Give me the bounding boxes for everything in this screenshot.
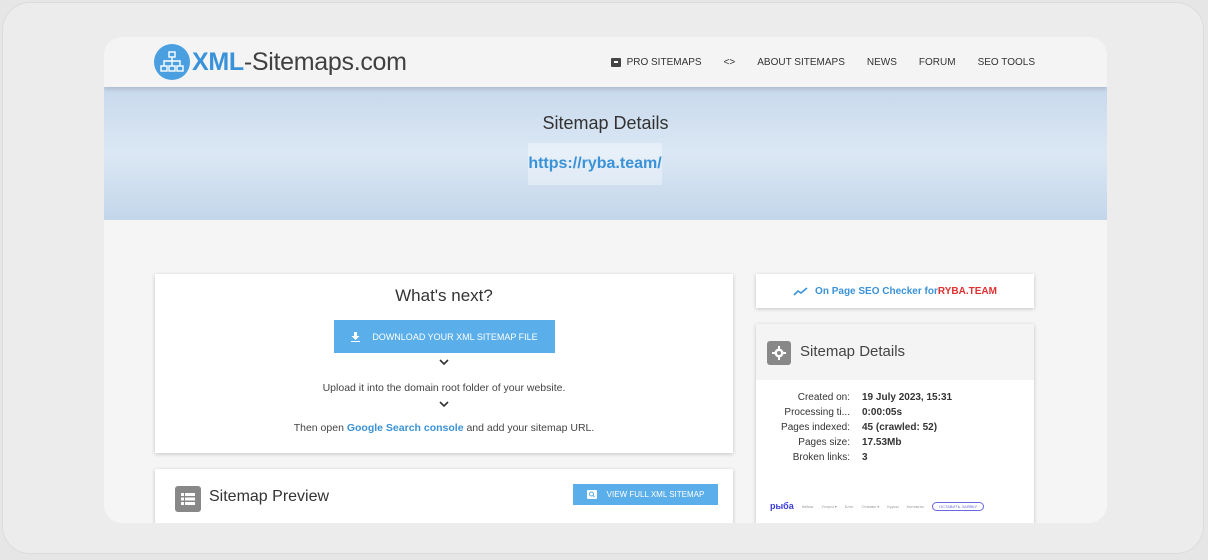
sitemap-preview-title: Sitemap Preview xyxy=(209,488,330,505)
nav-code-toggle[interactable]: <> xyxy=(724,57,736,68)
search-console-instruction: Then open Google Search console and add … xyxy=(293,422,595,434)
logo-text: XML-Sitemaps.com xyxy=(192,47,407,76)
nav-about-sitemaps[interactable]: ABOUT SITEMAPS xyxy=(757,57,845,68)
site-thumbnail[interactable]: рыба Кейсы Услуги ▾ Блог Отзывы ▾ Курсы … xyxy=(770,494,1020,518)
details-stats: Created on: 19 July 2023, 15:31 Processin… xyxy=(770,390,952,465)
search-icon xyxy=(586,490,597,499)
download-icon xyxy=(351,331,361,342)
stat-row: Pages indexed: 45 (crawled: 52) xyxy=(781,422,938,433)
google-search-console-link[interactable]: Google Search console xyxy=(347,422,464,434)
gear-icon xyxy=(767,341,791,365)
site-url[interactable]: https://ryba.team/ xyxy=(528,143,662,185)
sitemap-details-card: Sitemap Details Created on: 19 July 2023,… xyxy=(756,324,1034,523)
view-full-sitemap-button[interactable]: VIEW FULL XML SITEMAP xyxy=(573,484,718,505)
nav-pro-sitemaps[interactable]: PRO SITEMAPS xyxy=(610,57,702,68)
seo-checker-link[interactable]: On Page SEO Checker for RYBA.TEAM xyxy=(756,274,1034,308)
upload-instruction: Upload it into the domain root folder of… xyxy=(322,382,566,394)
details-title: Sitemap Details xyxy=(800,343,906,360)
stat-row: Pages size: 17.53Mb xyxy=(798,437,902,448)
nav-forum[interactable]: FORUM xyxy=(919,57,956,68)
hero-banner: Sitemap Details https://ryba.team/ xyxy=(104,87,1107,220)
seo-site-name: RYBA.TEAM xyxy=(937,285,997,297)
top-navbar: XML-Sitemaps.com PRO SITEMAPS <> ABOUT S… xyxy=(104,37,1107,87)
nav-seo-tools[interactable]: SEO TOOLS xyxy=(978,57,1035,68)
pro-box-icon xyxy=(610,58,621,67)
nav-news[interactable]: NEWS xyxy=(867,57,897,68)
trend-line-icon xyxy=(793,286,808,296)
details-header: Sitemap Details xyxy=(756,324,1034,380)
stat-row: Processing ti... 0:00:05s xyxy=(784,407,903,418)
chevron-down-icon xyxy=(155,358,733,369)
whats-next-title: What's next? xyxy=(395,286,493,305)
main-menu: PRO SITEMAPS <> ABOUT SITEMAPS NEWS FORU… xyxy=(610,37,1035,87)
whats-next-card: What's next? DOWNLOAD YOUR XML SITEMAP F… xyxy=(155,274,733,453)
browser-viewport: XML-Sitemaps.com PRO SITEMAPS <> ABOUT S… xyxy=(104,37,1107,523)
download-sitemap-button[interactable]: DOWNLOAD YOUR XML SITEMAP FILE xyxy=(334,320,555,353)
site-logo[interactable]: XML-Sitemaps.com xyxy=(154,42,407,82)
stat-row: Broken links: 3 xyxy=(792,452,868,463)
page-title: Sitemap Details xyxy=(542,113,669,133)
thumbnail-cta: ОСТАВИТЬ ЗАЯВКУ xyxy=(931,501,985,511)
sitemap-tree-icon xyxy=(154,44,190,80)
list-icon xyxy=(175,486,201,512)
screenshot-frame: XML-Sitemaps.com PRO SITEMAPS <> ABOUT S… xyxy=(2,2,1204,554)
stat-row: Created on: 19 July 2023, 15:31 xyxy=(797,392,953,403)
chevron-down-icon xyxy=(155,400,733,411)
sitemap-preview-card: Sitemap Preview VIEW FULL XML SITEMAP xyxy=(155,469,733,523)
thumbnail-brand: рыба xyxy=(770,501,794,511)
